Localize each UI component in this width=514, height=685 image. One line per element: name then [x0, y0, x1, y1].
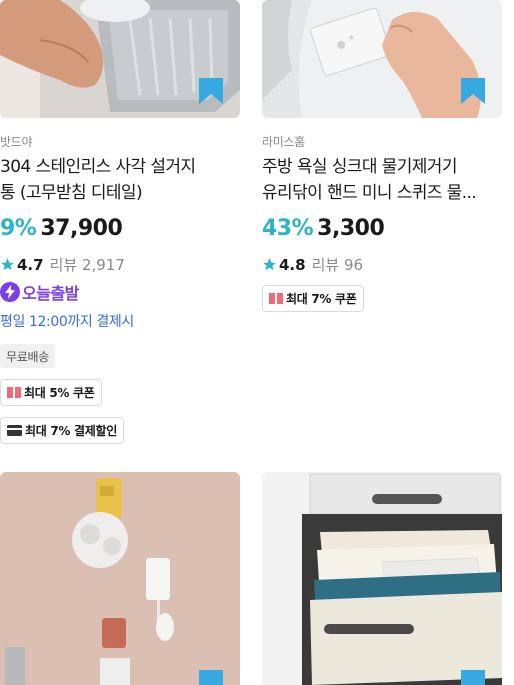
price: 3,300: [317, 216, 385, 241]
price-row: 43% 3,300: [262, 216, 385, 241]
product-title[interactable]: 304 스테인리스 사각 설거지 통 (고무받침 디테일): [0, 154, 245, 206]
credit-card-icon: [7, 425, 22, 436]
coupon-icon: [7, 387, 21, 398]
coupon-badge[interactable]: 최대 7% 쿠폰: [262, 285, 364, 312]
price-row: 9% 37,900: [0, 216, 123, 241]
coupon-icon: [269, 293, 283, 304]
delivery-deadline: 평일 12:00까지 결제시: [0, 314, 134, 330]
lightning-icon: [0, 282, 20, 302]
product-card-4[interactable]: [262, 472, 502, 685]
product-image[interactable]: [0, 0, 240, 118]
bookmark-icon[interactable]: [198, 670, 224, 685]
bookmark-icon[interactable]: [460, 78, 486, 104]
price: 37,900: [40, 216, 123, 241]
discount-rate: 43%: [262, 216, 314, 241]
free-shipping-badge: 무료배송: [0, 344, 55, 368]
product-title[interactable]: 주방 욕실 싱크대 물기제거기 유리닦이 핸드 미니 스퀴즈 물...: [262, 154, 507, 206]
rating-row: 4.7 리뷰 2,917: [0, 254, 125, 275]
rating-score: 4.7: [17, 255, 44, 274]
review-count: 리뷰 96: [311, 256, 364, 274]
discount-rate: 9%: [0, 216, 37, 241]
star-icon: [263, 258, 276, 271]
rating-score: 4.8: [279, 255, 306, 274]
brand-name: 밧드야: [0, 135, 33, 149]
product-card-3[interactable]: [0, 472, 240, 685]
product-card-2[interactable]: 라미스홈 주방 욕실 싱크대 물기제거기 유리닦이 핸드 미니 스퀴즈 물...…: [262, 0, 502, 320]
rating-row: 4.8 리뷰 96: [262, 254, 363, 275]
product-image[interactable]: [0, 472, 240, 685]
today-delivery-badge: 오늘출발: [0, 280, 79, 304]
coupon-badge[interactable]: 최대 5% 쿠폰: [0, 379, 102, 406]
bookmark-icon[interactable]: [198, 78, 224, 104]
product-image[interactable]: [262, 472, 502, 685]
product-image[interactable]: [262, 0, 502, 118]
payment-discount-badge[interactable]: 최대 7% 결제할인: [0, 417, 124, 444]
product-card-1[interactable]: 밧드야 304 스테인리스 사각 설거지 통 (고무받침 디테일) 9% 37,9…: [0, 0, 240, 450]
review-count: 리뷰 2,917: [49, 256, 125, 274]
bookmark-icon[interactable]: [460, 670, 486, 685]
brand-name: 라미스홈: [262, 135, 305, 149]
star-icon: [1, 258, 14, 271]
